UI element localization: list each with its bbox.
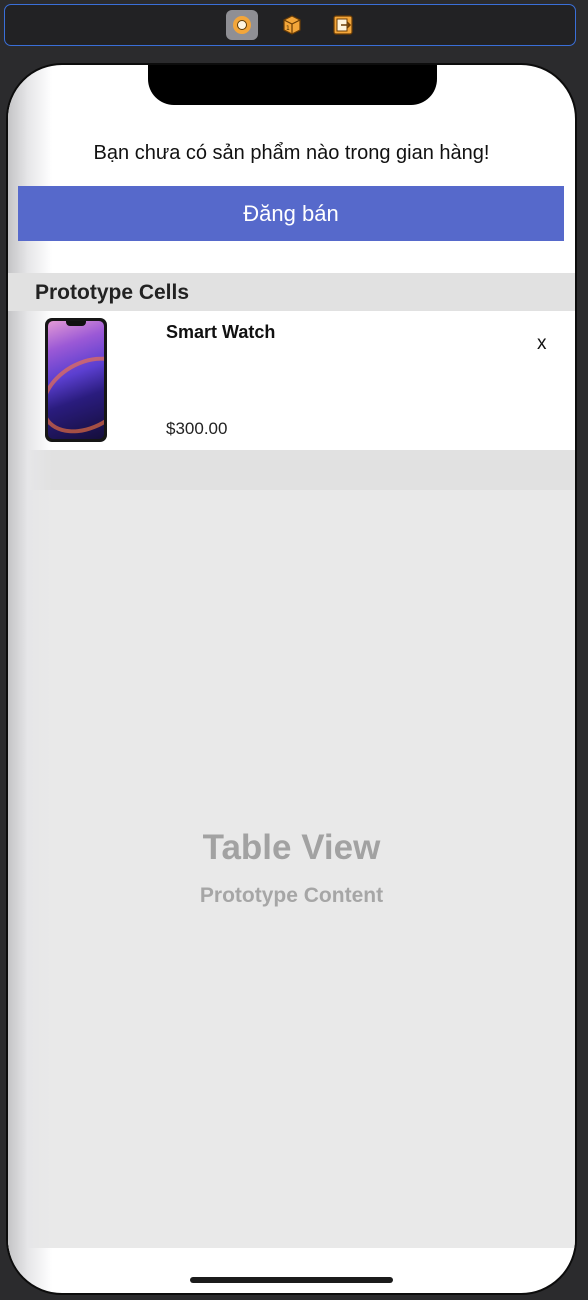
first-responder-icon[interactable]: 1 <box>276 10 308 40</box>
iphone-device-frame: Bạn chưa có sản phẩm nào trong gian hàng… <box>6 63 577 1295</box>
product-name: Smart Watch <box>166 322 276 342</box>
device-notch <box>148 65 437 105</box>
scene-dock: 1 <box>4 4 576 46</box>
section-header-label: Prototype Cells <box>35 281 190 304</box>
product-price: $300.00 <box>166 419 228 438</box>
phone-image <box>45 318 107 442</box>
home-indicator <box>190 1277 393 1283</box>
svg-text:1: 1 <box>286 25 290 32</box>
delete-button[interactable]: x <box>537 333 547 355</box>
cell-separator <box>8 450 575 490</box>
view-controller-icon[interactable] <box>226 10 258 40</box>
section-header: Prototype Cells <box>8 273 575 311</box>
sell-button[interactable]: Đăng bán <box>18 186 564 241</box>
empty-store-message: Bạn chưa có sản phẩm nào trong gian hàng… <box>93 142 490 164</box>
product-cell[interactable]: Smart Watch $300.00 x <box>8 311 575 450</box>
exit-icon[interactable] <box>327 10 359 40</box>
table-placeholder-subtitle: Prototype Content <box>199 884 384 907</box>
table-placeholder-title: Table View <box>202 828 381 867</box>
table-view[interactable]: Prototype Cells Smart Watch $300.00 x Ta… <box>8 273 575 1248</box>
